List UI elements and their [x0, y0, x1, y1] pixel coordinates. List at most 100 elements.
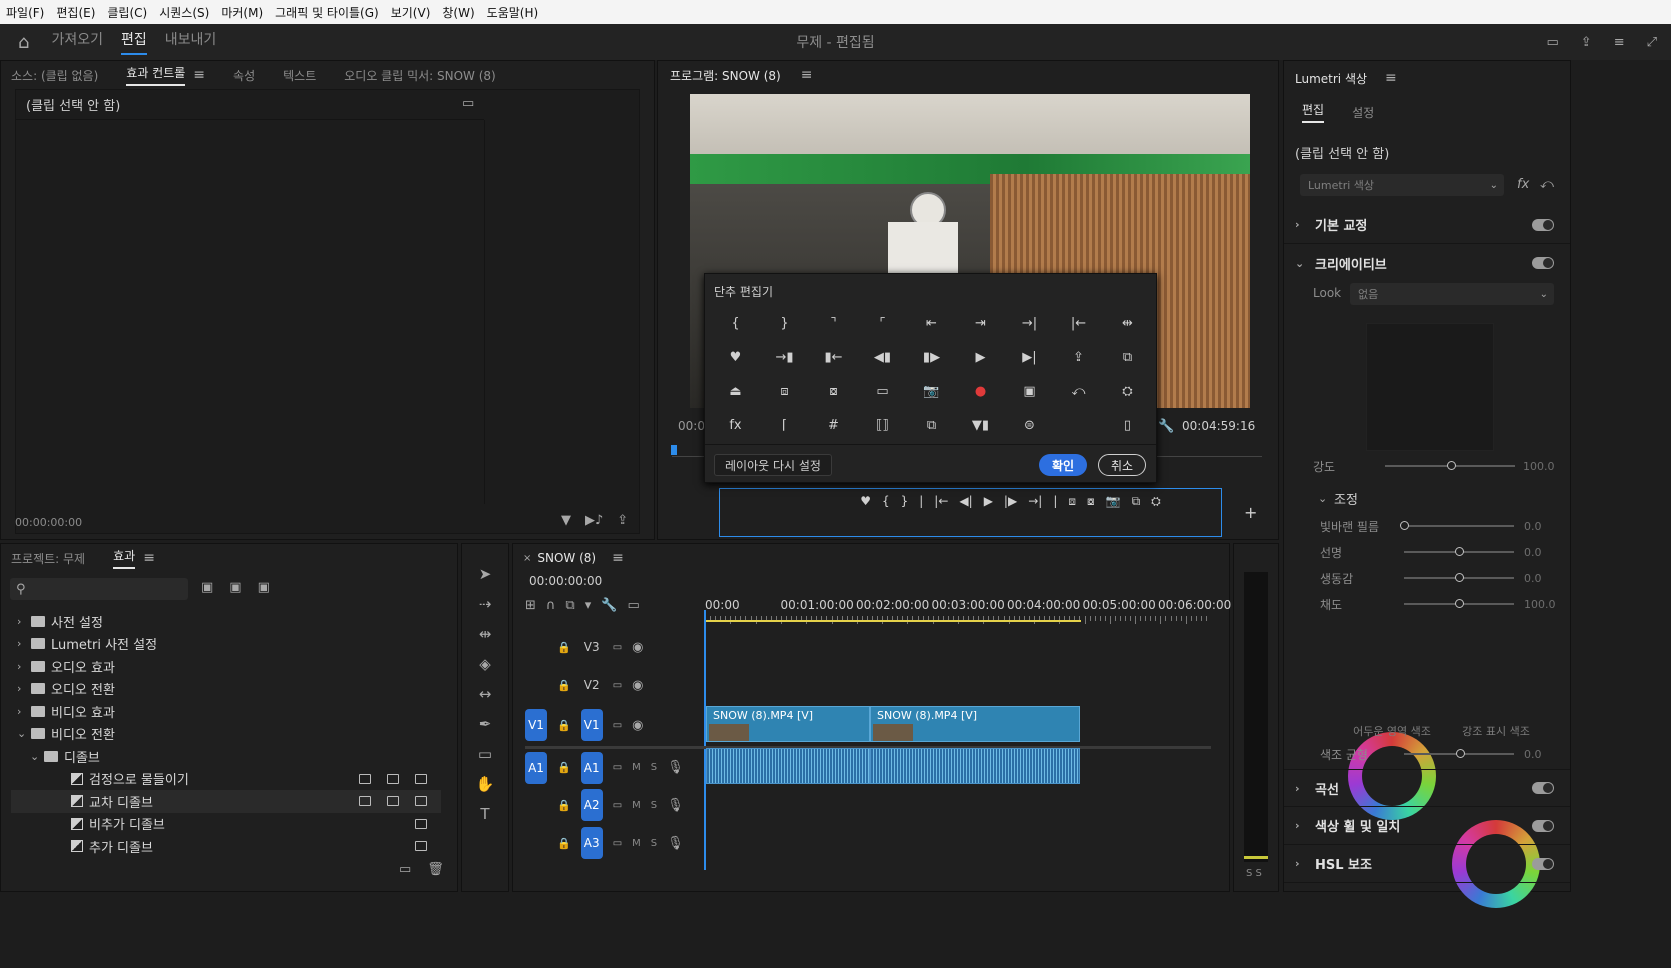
editor-button-icon[interactable]: ⧉	[1123, 350, 1132, 365]
bar-button-icon[interactable]: ⛭	[1151, 494, 1161, 509]
look-select[interactable]: 없음 ⌄	[1350, 283, 1554, 305]
track-select-icon[interactable]: ⇢	[479, 594, 492, 613]
source-tab[interactable]: 속성	[233, 67, 255, 84]
ripple-edit-icon[interactable]: ⇹	[479, 624, 492, 643]
timeline-settings-icon[interactable]: 🔧	[601, 598, 617, 613]
mic-icon[interactable]: 🎙	[667, 760, 684, 775]
tree-item[interactable]: 추가 디졸브	[11, 835, 441, 858]
workspace-tab[interactable]: 내보내기	[165, 29, 217, 55]
editor-button-icon[interactable]: ▮←	[824, 350, 842, 365]
play-audio-icon[interactable]: ▶♪	[585, 513, 603, 528]
editor-button-icon[interactable]: ▣	[1023, 384, 1035, 399]
add-marker-icon[interactable]: ▾	[585, 598, 592, 613]
editor-button-icon[interactable]: ⧉	[927, 418, 936, 433]
program-menu-icon[interactable]: ≡	[801, 67, 813, 83]
wrench-icon[interactable]: 🔧	[1158, 419, 1174, 434]
reset-icon[interactable]: ⤺	[1540, 177, 1554, 192]
bar-button-icon[interactable]: |←	[934, 494, 948, 508]
snap-icon[interactable]: ∩	[546, 598, 556, 613]
editor-button-icon[interactable]: ⤺	[1072, 384, 1086, 399]
editor-button-icon[interactable]: ●	[975, 384, 986, 399]
workspace-tab[interactable]: 편집	[120, 29, 147, 55]
pen-tool-icon[interactable]: ✒	[479, 714, 492, 733]
solo-button[interactable]: S	[651, 762, 657, 773]
editor-button-icon[interactable]: ⧈	[780, 384, 788, 399]
panel-toggle-icon[interactable]: ▭	[1546, 35, 1558, 50]
editor-button-icon[interactable]: ▮▶	[923, 350, 940, 365]
sync-lock-icon[interactable]: ▭	[613, 838, 622, 849]
type-tool-icon[interactable]: T	[480, 804, 489, 823]
audio-clip-1[interactable]	[706, 748, 870, 784]
editor-button-icon[interactable]: ▶|	[1022, 350, 1036, 365]
editor-button-icon[interactable]: ⇥	[975, 316, 986, 331]
editor-button-icon[interactable]: ⇪	[1073, 350, 1084, 365]
tree-item[interactable]: 비추가 디졸브	[11, 813, 441, 836]
editor-button-icon[interactable]: ⌈	[782, 418, 787, 433]
eye-icon[interactable]: ◉	[632, 640, 643, 655]
editor-button-icon[interactable]: →|	[1022, 316, 1037, 331]
menu-item[interactable]: 보기(V)	[385, 4, 437, 21]
editor-button-icon[interactable]: fx	[729, 418, 741, 433]
export-icon[interactable]: ⇪	[617, 513, 628, 528]
mute-button[interactable]: M	[632, 800, 641, 811]
editor-button-icon[interactable]: ⟦⟧	[876, 418, 889, 433]
menu-item[interactable]: 클립(C)	[101, 4, 153, 21]
add-button-icon[interactable]: +	[1244, 503, 1257, 522]
fullscreen-icon[interactable]: ⤢	[1647, 35, 1657, 50]
effects-search-input[interactable]: ⚲	[10, 578, 188, 600]
sequence-tab[interactable]: SNOW (8)	[537, 551, 596, 565]
chevron-down-icon[interactable]: ⌄	[17, 727, 31, 740]
adjust-slider[interactable]	[1404, 547, 1514, 556]
section-basic[interactable]: › 기본 교정	[1284, 206, 1570, 244]
section-hsl[interactable]: › HSL 보조	[1284, 845, 1570, 883]
eye-icon[interactable]: ◉	[632, 718, 643, 733]
source-patch[interactable]: V1	[525, 709, 547, 741]
solo-button[interactable]: S	[651, 838, 657, 849]
filter-icon[interactable]: ▼	[561, 513, 571, 528]
lumetri-menu-icon[interactable]: ≡	[1385, 70, 1397, 86]
eye-icon[interactable]: ◉	[632, 678, 643, 693]
tree-folder[interactable]: ⌄ 비디오 전환	[11, 723, 441, 746]
menu-item[interactable]: 편집(E)	[50, 4, 101, 21]
workspace-tab[interactable]: 가져오기	[51, 29, 103, 55]
panel-layout-icon[interactable]: ▭	[462, 96, 474, 111]
tree-folder[interactable]: › 오디오 전환	[11, 678, 441, 701]
menu-item[interactable]: 도움말(H)	[481, 4, 545, 21]
editor-button-icon[interactable]: ◀▮	[874, 350, 891, 365]
adjust-section[interactable]: ⌄ 조정	[1318, 489, 1358, 508]
track-target[interactable]: V2	[581, 669, 603, 701]
editor-button-icon[interactable]: ▼▮	[972, 418, 989, 433]
yuv-effects-icon[interactable]: ▣	[258, 580, 270, 595]
chevron-right-icon[interactable]: ›	[17, 682, 31, 695]
audio-clip-2[interactable]	[870, 748, 1080, 784]
solo-button[interactable]: S	[651, 800, 657, 811]
bar-button-icon[interactable]: ⧉	[1132, 494, 1141, 509]
track-target[interactable]: V1	[580, 709, 603, 741]
editor-button-icon[interactable]: →▮	[775, 350, 793, 365]
bar-button-icon[interactable]: {	[882, 494, 890, 508]
work-area-bar[interactable]	[705, 620, 1081, 622]
menu-item[interactable]: 시퀀스(S)	[153, 4, 215, 21]
tree-folder[interactable]: › 사전 설정	[11, 610, 441, 633]
insert-sequence-icon[interactable]: ⊞	[525, 598, 536, 613]
editor-button-icon[interactable]: ♥	[730, 350, 742, 365]
menu-item[interactable]: 마커(M)	[215, 4, 269, 21]
project-tab[interactable]: 프로젝트: 무제	[11, 550, 85, 567]
balance-slider[interactable]	[1404, 749, 1514, 758]
editor-button-icon[interactable]: }	[780, 316, 788, 331]
editor-button-icon[interactable]: ⌝	[830, 316, 836, 331]
cancel-button[interactable]: 취소	[1098, 454, 1146, 476]
bar-button-icon[interactable]: |	[919, 494, 923, 508]
home-icon[interactable]: ⌂	[18, 32, 29, 53]
editor-button-icon[interactable]: ⊜	[1024, 418, 1035, 433]
sync-lock-icon[interactable]: ▭	[613, 720, 622, 731]
sync-lock-icon[interactable]: ▭	[613, 800, 622, 811]
sync-lock-icon[interactable]: ▭	[613, 762, 622, 773]
video-clip-2[interactable]: SNOW (8).MP4 [V]	[870, 706, 1080, 742]
button-bar-dropzone[interactable]: ♥ {} | |← ◀| ▶ |▶ →| | ⧈ ⧇ 📷 ⧉ ⛭	[719, 488, 1222, 537]
editor-button-icon[interactable]: ⏏	[729, 384, 741, 399]
curves-toggle[interactable]	[1532, 782, 1554, 794]
menu-item[interactable]: 창(W)	[436, 4, 480, 21]
new-folder-icon[interactable]: ▭	[399, 862, 411, 877]
bar-button-icon[interactable]: ♥	[860, 494, 871, 508]
